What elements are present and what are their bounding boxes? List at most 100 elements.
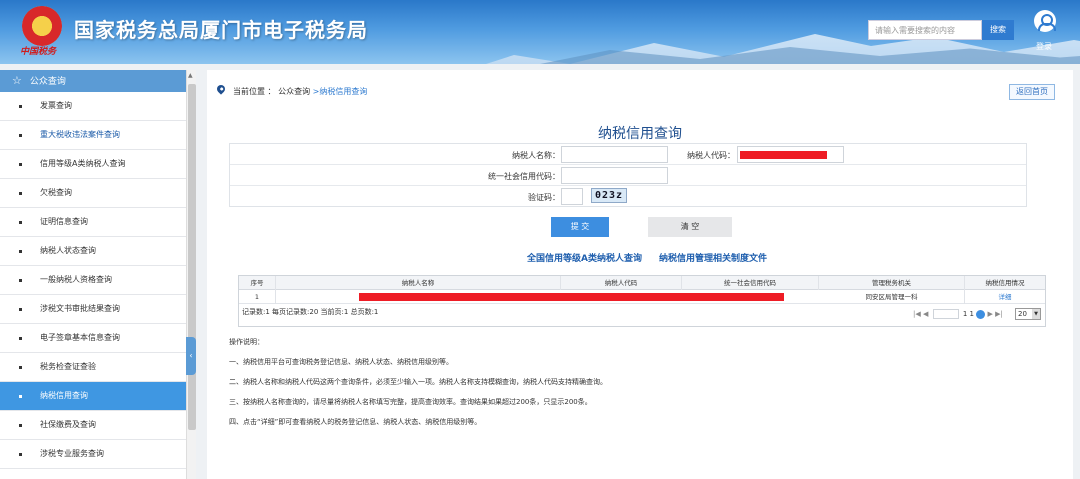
column-header: 统一社会信用代码 bbox=[682, 276, 819, 290]
breadcrumb: 当前位置 ： 公众查询 >纳税信用查询 bbox=[233, 86, 367, 97]
prev-page-icon[interactable]: ◀ bbox=[923, 310, 928, 318]
bullet-icon bbox=[19, 192, 22, 195]
credit-policy-link[interactable]: 纳税信用管理相关制度文件 bbox=[659, 251, 767, 264]
sidebar: ☆ 公众查询 发票查询 重大税收违法案件查询 信用等级A类纳税人查询 欠税查询 证… bbox=[0, 70, 196, 479]
sidebar-item-professional-service[interactable]: 涉税专业服务查询 bbox=[0, 440, 186, 469]
clear-button[interactable]: 清 空 bbox=[648, 217, 732, 237]
bullet-icon bbox=[19, 424, 22, 427]
search-button[interactable]: 搜索 bbox=[982, 20, 1014, 40]
sidebar-item-arrears[interactable]: 欠税查询 bbox=[0, 179, 186, 208]
row-authority: 同安区局管理一科 bbox=[819, 290, 965, 304]
last-page-icon[interactable]: ▶| bbox=[995, 310, 1003, 318]
user-icon[interactable] bbox=[1034, 10, 1056, 32]
uscc-label: 统一社会信用代码： bbox=[488, 172, 560, 181]
sidebar-item-label: 重大税收违法案件查询 bbox=[40, 130, 120, 139]
breadcrumb-prefix: 当前位置 ： bbox=[233, 87, 276, 96]
record-summary: 记录数:1 每页记录数:20 当前页:1 总页数:1 bbox=[242, 308, 379, 316]
notes-title: 操作说明： bbox=[229, 338, 264, 346]
next-page-icon[interactable]: ▶ bbox=[987, 310, 992, 318]
uscc-input[interactable] bbox=[561, 167, 668, 184]
sidebar-section-title: 公众查询 bbox=[29, 77, 66, 87]
bullet-icon bbox=[19, 279, 22, 282]
go-page-icon[interactable] bbox=[976, 309, 986, 319]
form-row: 统一社会信用代码： bbox=[230, 165, 1026, 186]
sidebar-item-major-violation[interactable]: 重大税收违法案件查询 bbox=[0, 121, 186, 150]
sidebar-item-label: 信用等级A类纳税人查询 bbox=[40, 159, 126, 168]
operation-notes: 操作说明： 一、纳税信用平台可查询税务登记信息、纳税人状态、纳税信用级别等。 二… bbox=[229, 332, 607, 432]
redaction-bar bbox=[740, 151, 827, 159]
breadcrumb-public-query[interactable]: 公众查询 bbox=[278, 87, 310, 96]
table-row: 1 同安区局管理一科 详细 bbox=[239, 290, 1045, 304]
column-header: 纳税人代码 bbox=[561, 276, 682, 290]
column-header: 管理税务机关 bbox=[819, 276, 965, 290]
scroll-up-icon[interactable]: ▲ bbox=[188, 72, 193, 79]
bullet-icon bbox=[19, 453, 22, 456]
form-row: 验证码： 023z bbox=[230, 186, 1026, 207]
first-page-icon[interactable]: |◀ bbox=[913, 310, 921, 318]
sidebar-item-document-approval[interactable]: 涉税文书审批结果查询 bbox=[0, 295, 186, 324]
site-header: 中国税务 国家税务总局厦门市电子税务局 请输入需要搜索的内容 搜索 登录 bbox=[0, 0, 1080, 64]
sidebar-section-header[interactable]: ☆ 公众查询 bbox=[0, 70, 186, 92]
page-size-select[interactable]: 20 ▼ bbox=[1015, 308, 1041, 320]
back-home-button[interactable]: 返回首页 bbox=[1009, 84, 1055, 100]
star-icon: ☆ bbox=[12, 74, 22, 87]
a-class-query-link[interactable]: 全国信用等级A类纳税人查询 bbox=[527, 251, 642, 264]
sidebar-item-taxpayer-status[interactable]: 纳税人状态查询 bbox=[0, 237, 186, 266]
sidebar-item-label: 涉税专业服务查询 bbox=[40, 449, 104, 458]
note-line: 二、纳税人名称和纳税人代码这两个查询条件，必须至少输入一项。纳税人名称支持模糊查… bbox=[229, 378, 607, 386]
emblem-text: 中国税务 bbox=[20, 47, 57, 57]
sidebar-item-general-taxpayer[interactable]: 一般纳税人资格查询 bbox=[0, 266, 186, 295]
site-title: 国家税务总局厦门市电子税务局 bbox=[74, 18, 368, 42]
sidebar-item-label: 发票查询 bbox=[40, 101, 72, 110]
row-detail-link[interactable]: 详细 bbox=[965, 290, 1045, 304]
bullet-icon bbox=[19, 221, 22, 224]
grid-header: 序号 纳税人名称 纳税人代码 统一社会信用代码 管理税务机关 纳税信用情况 bbox=[239, 276, 1045, 290]
taxpayer-code-label: 纳税人代码： bbox=[687, 151, 735, 160]
sidebar-item-invoice[interactable]: 发票查询 bbox=[0, 92, 186, 121]
redaction-bar bbox=[359, 293, 784, 301]
sidebar-item-label: 纳税信用查询 bbox=[40, 391, 88, 400]
sidebar-list: 发票查询 重大税收违法案件查询 信用等级A类纳税人查询 欠税查询 证明信息查询 … bbox=[0, 92, 186, 469]
captcha-input[interactable] bbox=[561, 188, 583, 205]
column-header: 纳税信用情况 bbox=[985, 279, 1025, 287]
page-number-input[interactable] bbox=[932, 309, 959, 319]
national-emblem-icon bbox=[22, 6, 62, 46]
sidebar-item-social-security[interactable]: 社保缴费及查询 bbox=[0, 411, 186, 440]
search-input[interactable]: 请输入需要搜索的内容 bbox=[868, 20, 982, 40]
sidebar-scrollbar[interactable]: ▲ bbox=[186, 70, 196, 479]
sidebar-item-inspection-cert[interactable]: 税务检查证查验 bbox=[0, 353, 186, 382]
breadcrumb-current: >纳税信用查询 bbox=[312, 87, 368, 96]
submit-button[interactable]: 提 交 bbox=[551, 217, 609, 237]
grid-footer: 记录数:1 每页记录数:20 当前页:1 总页数:1 |◀ ◀ 1 1 ▶ ▶|… bbox=[239, 304, 1045, 326]
pager: |◀ ◀ 1 1 ▶ ▶| bbox=[913, 309, 1003, 319]
bullet-icon bbox=[19, 250, 22, 253]
bullet-icon bbox=[19, 395, 22, 398]
sidebar-item-label: 涉税文书审批结果查询 bbox=[40, 304, 120, 313]
sidebar-item-label: 纳税人状态查询 bbox=[40, 246, 96, 255]
chevron-down-icon: ▼ bbox=[1032, 309, 1040, 319]
sidebar-item-label: 税务检查证查验 bbox=[40, 362, 96, 371]
column-header: 序号 bbox=[239, 276, 276, 290]
page-size-value: 20 bbox=[1018, 310, 1027, 318]
login-link[interactable]: 登录 bbox=[1036, 41, 1052, 52]
bullet-icon bbox=[19, 105, 22, 108]
main-content: 当前位置 ： 公众查询 >纳税信用查询 返回首页 纳税信用查询 纳税人名称： 纳… bbox=[207, 70, 1073, 479]
location-pin-icon bbox=[215, 83, 227, 95]
scroll-thumb[interactable] bbox=[188, 84, 196, 430]
chevron-left-icon: ‹ bbox=[189, 351, 193, 360]
sidebar-item-tax-credit[interactable]: 纳税信用查询 bbox=[0, 382, 186, 411]
taxpayer-name-label: 纳税人名称： bbox=[512, 151, 560, 160]
sidebar-item-label: 证明信息查询 bbox=[40, 217, 88, 226]
sidebar-item-a-class[interactable]: 信用等级A类纳税人查询 bbox=[0, 150, 186, 179]
bullet-icon bbox=[19, 134, 22, 137]
captcha-label: 验证码： bbox=[528, 193, 560, 202]
sidebar-item-label: 电子签章基本信息查询 bbox=[40, 333, 120, 342]
query-form: 纳税人名称： 纳税人代码： 统一社会信用代码： 验证码： 023z bbox=[229, 143, 1027, 207]
total-pages: 1 bbox=[969, 310, 975, 318]
captcha-image[interactable]: 023z bbox=[591, 188, 627, 203]
sidebar-item-certificate[interactable]: 证明信息查询 bbox=[0, 208, 186, 237]
bullet-icon bbox=[19, 366, 22, 369]
taxpayer-code-input[interactable] bbox=[737, 146, 844, 163]
sidebar-item-e-signature[interactable]: 电子签章基本信息查询 bbox=[0, 324, 186, 353]
sidebar-collapse-handle[interactable]: ‹ bbox=[186, 337, 196, 375]
